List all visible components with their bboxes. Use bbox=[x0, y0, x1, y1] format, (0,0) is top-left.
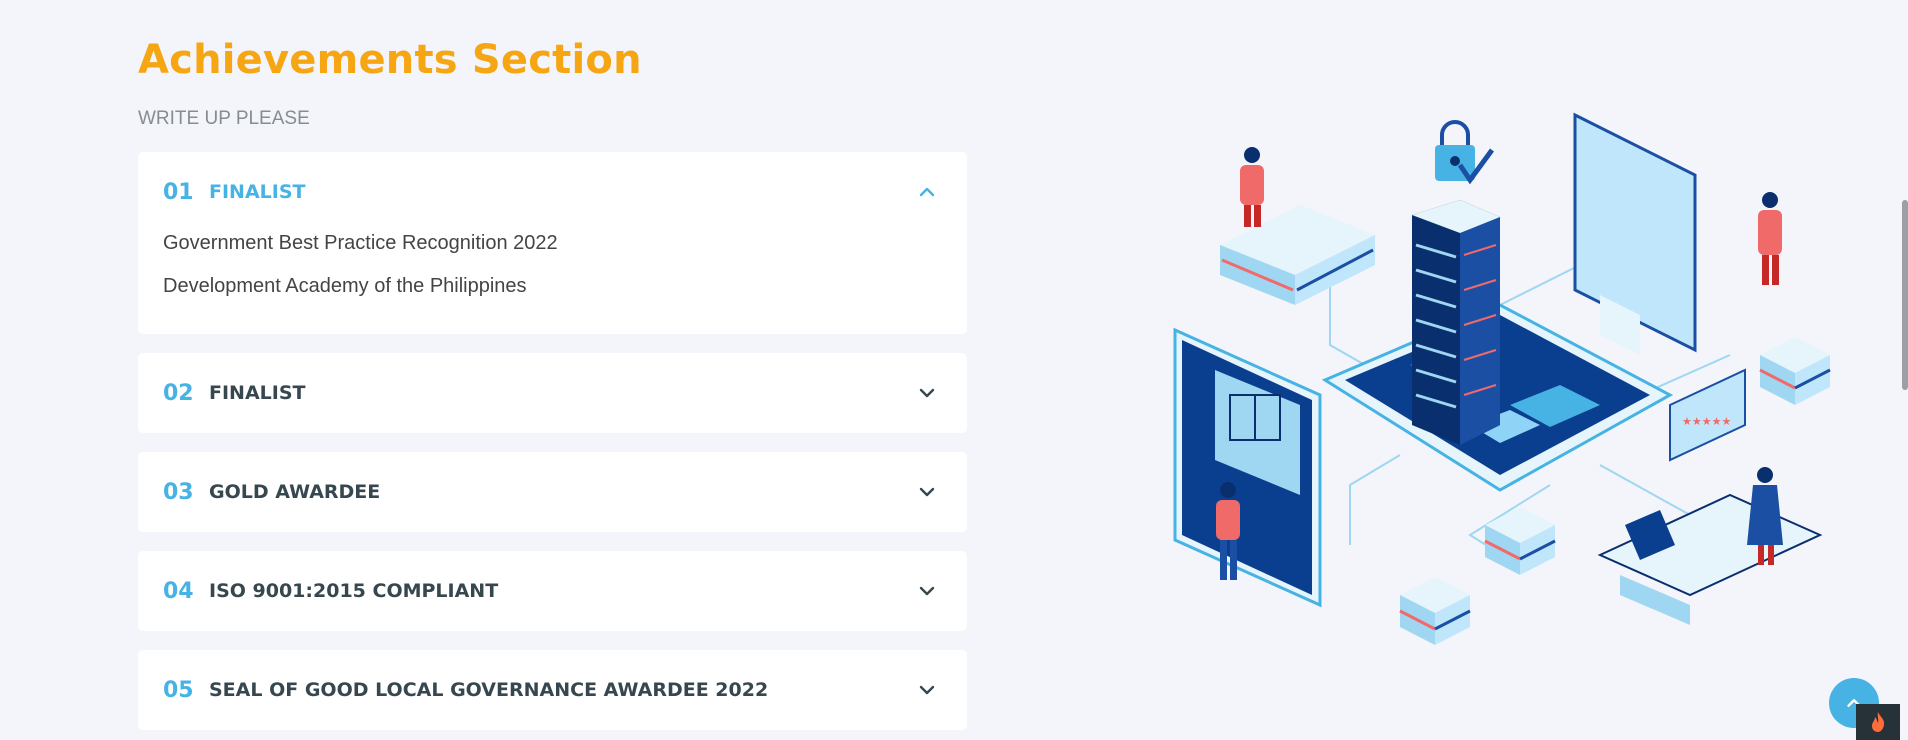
stacked-box bbox=[1484, 507, 1556, 575]
person-figure bbox=[1240, 147, 1264, 227]
faq-answer-line: Development Academy of the Philippines bbox=[163, 275, 527, 297]
chevron-down-icon[interactable] bbox=[915, 381, 939, 405]
blueprint-screen bbox=[1173, 327, 1322, 608]
faq-item-5[interactable]: 05 SEAL OF GOOD LOCAL GOVERNANCE AWARDEE… bbox=[138, 650, 967, 730]
faq-number: 02 bbox=[163, 380, 194, 406]
faq-header-3[interactable]: 03 GOLD AWARDEE bbox=[138, 452, 967, 532]
tower-building bbox=[1412, 200, 1500, 445]
laptop-desk bbox=[1597, 493, 1823, 625]
faq-number: 04 bbox=[163, 578, 194, 604]
faq-number: 01 bbox=[163, 179, 194, 205]
faq-title: FINALIST bbox=[209, 181, 306, 203]
faq-title: GOLD AWARDEE bbox=[209, 481, 381, 503]
achievements-section: Achievements Section WRITE UP PLEASE 01 … bbox=[138, 30, 967, 740]
faq-item-1[interactable]: 01 FINALIST Government Best Practice Rec… bbox=[138, 152, 967, 334]
chevron-down-icon[interactable] bbox=[915, 480, 939, 504]
faq-title: SEAL OF GOOD LOCAL GOVERNANCE AWARDEE 20… bbox=[209, 679, 769, 701]
chevron-up-icon[interactable] bbox=[915, 180, 939, 204]
person-figure bbox=[1758, 192, 1782, 285]
faq-header-2[interactable]: 02 FINALIST bbox=[138, 353, 967, 433]
reception-desk bbox=[1220, 205, 1375, 305]
svg-text:★★★★★: ★★★★★ bbox=[1682, 415, 1731, 428]
faq-answer-line: Government Best Practice Recognition 202… bbox=[163, 232, 558, 254]
faq-title: ISO 9001:2015 COMPLIANT bbox=[209, 580, 499, 602]
review-card: ★★★★★ bbox=[1669, 368, 1746, 462]
corner-badge[interactable] bbox=[1856, 704, 1900, 740]
section-title: Achievements Section bbox=[138, 37, 642, 83]
stacked-box bbox=[1759, 337, 1831, 405]
flame-icon bbox=[1872, 712, 1885, 732]
page-scrollbar[interactable] bbox=[1902, 200, 1908, 390]
faq-header-5[interactable]: 05 SEAL OF GOOD LOCAL GOVERNANCE AWARDEE… bbox=[138, 650, 967, 730]
faq-item-3[interactable]: 03 GOLD AWARDEE bbox=[138, 452, 967, 532]
faq-header-1[interactable]: 01 FINALIST bbox=[138, 152, 967, 232]
faq-item-4[interactable]: 04 ISO 9001:2015 COMPLIANT bbox=[138, 551, 967, 631]
faq-number: 03 bbox=[163, 479, 194, 505]
chevron-down-icon[interactable] bbox=[915, 579, 939, 603]
chevron-down-icon[interactable] bbox=[915, 678, 939, 702]
section-subtitle: WRITE UP PLEASE bbox=[138, 108, 310, 129]
isometric-city-illustration: ★★★★★ bbox=[1173, 112, 1831, 645]
faq-list: 01 FINALIST Government Best Practice Rec… bbox=[138, 152, 967, 730]
faq-item-2[interactable]: 02 FINALIST bbox=[138, 353, 967, 433]
padlock-icon bbox=[1435, 120, 1495, 185]
monitor-screen bbox=[1573, 112, 1697, 355]
faq-number: 05 bbox=[163, 677, 194, 703]
faq-title: FINALIST bbox=[209, 382, 306, 404]
faq-header-4[interactable]: 04 ISO 9001:2015 COMPLIANT bbox=[138, 551, 967, 631]
stacked-box bbox=[1399, 577, 1471, 645]
faq-answer-1: Government Best Practice Recognition 202… bbox=[138, 222, 967, 334]
